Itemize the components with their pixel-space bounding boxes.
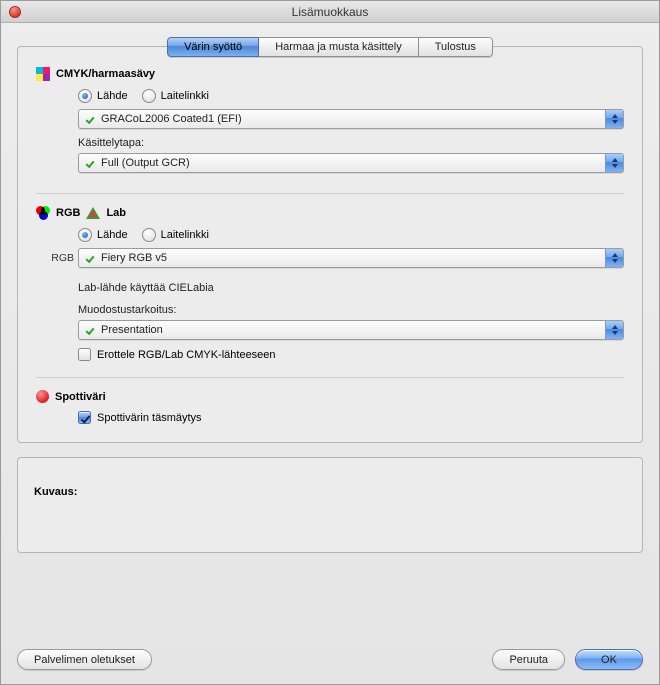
cmyk-heading: CMYK/harmaasävy [56,68,155,80]
check-icon [85,325,95,335]
section-rgb-lab: RGB Lab Lähde Laitelinkki [36,206,624,378]
check-icon [85,158,95,168]
spot-icon [36,390,49,403]
ok-button[interactable]: OK [575,649,643,670]
section-spot: Spottiväri Spottivärin täsmäytys [36,390,624,424]
checkbox-icon [78,411,91,424]
description-label: Kuvaus: [34,486,77,498]
chevron-updown-icon [605,154,623,172]
spot-heading: Spottiväri [55,391,106,403]
titlebar: Lisämuokkaus [1,1,659,23]
rgb-radio-source[interactable]: Lähde [78,228,128,242]
spot-match-checkbox[interactable]: Spottivärin täsmäytys [78,411,624,424]
tab-color-input[interactable]: Värin syöttö [167,37,259,57]
cmyk-source-value: GRACoL2006 Coated1 (EFI) [101,113,242,125]
content-area: Värin syöttö Harmaa ja musta käsittely T… [1,23,659,637]
rgb-sidelabel: RGB [36,248,74,264]
cmyk-processing-value: Full (Output GCR) [101,157,190,169]
checkbox-icon [78,348,91,361]
lab-heading: Lab [106,207,126,219]
rgb-source-value: Fiery RGB v5 [101,252,167,264]
cmyk-processing-popup[interactable]: Full (Output GCR) [78,153,624,173]
cmyk-radio-devicelink[interactable]: Laitelinkki [142,89,209,103]
radio-icon [78,89,92,103]
spot-match-label: Spottivärin täsmäytys [97,412,202,424]
close-icon[interactable] [9,6,21,18]
cmyk-processing-label: Käsittelytapa: [78,137,624,149]
section-cmyk: CMYK/harmaasävy Lähde Laitelinkki [36,67,624,194]
description-box: Kuvaus: [17,457,643,553]
rgb-source-popup[interactable]: Fiery RGB v5 [78,248,624,268]
cmyk-radio-source[interactable]: Lähde [78,89,128,103]
chevron-updown-icon [605,249,623,267]
tab-gray-black[interactable]: Harmaa ja musta käsittely [259,37,419,57]
cmyk-source-popup[interactable]: GRACoL2006 Coated1 (EFI) [78,109,624,129]
tab-bar: Värin syöttö Harmaa ja musta käsittely T… [17,37,643,57]
radio-icon [142,228,156,242]
footer: Palvelimen oletukset Peruuta OK [1,637,659,684]
dialog-window: Lisämuokkaus Värin syöttö Harmaa ja must… [0,0,660,685]
window-title: Lisämuokkaus [1,5,659,19]
server-defaults-button[interactable]: Palvelimen oletukset [17,649,152,670]
lab-note: Lab-lähde käyttää CIELabia [78,282,624,294]
check-icon [85,114,95,124]
rgb-separate-checkbox[interactable]: Erottele RGB/Lab CMYK-lähteeseen [78,348,624,361]
rgb-intent-value: Presentation [101,324,163,336]
rgb-intent-label: Muodostustarkoitus: [78,304,624,316]
chevron-updown-icon [605,321,623,339]
rgb-radio-devicelink[interactable]: Laitelinkki [142,228,209,242]
check-icon [85,253,95,263]
tab-output[interactable]: Tulostus [419,37,493,57]
main-panel: CMYK/harmaasävy Lähde Laitelinkki [17,46,643,443]
rgb-icon [36,206,50,220]
radio-icon [142,89,156,103]
chevron-updown-icon [605,110,623,128]
rgb-intent-popup[interactable]: Presentation [78,320,624,340]
lab-icon [86,207,100,219]
rgb-separate-label: Erottele RGB/Lab CMYK-lähteeseen [97,349,276,361]
cancel-button[interactable]: Peruuta [492,649,565,670]
radio-icon [78,228,92,242]
rgb-heading: RGB [56,207,80,219]
cmyk-icon [36,67,50,81]
